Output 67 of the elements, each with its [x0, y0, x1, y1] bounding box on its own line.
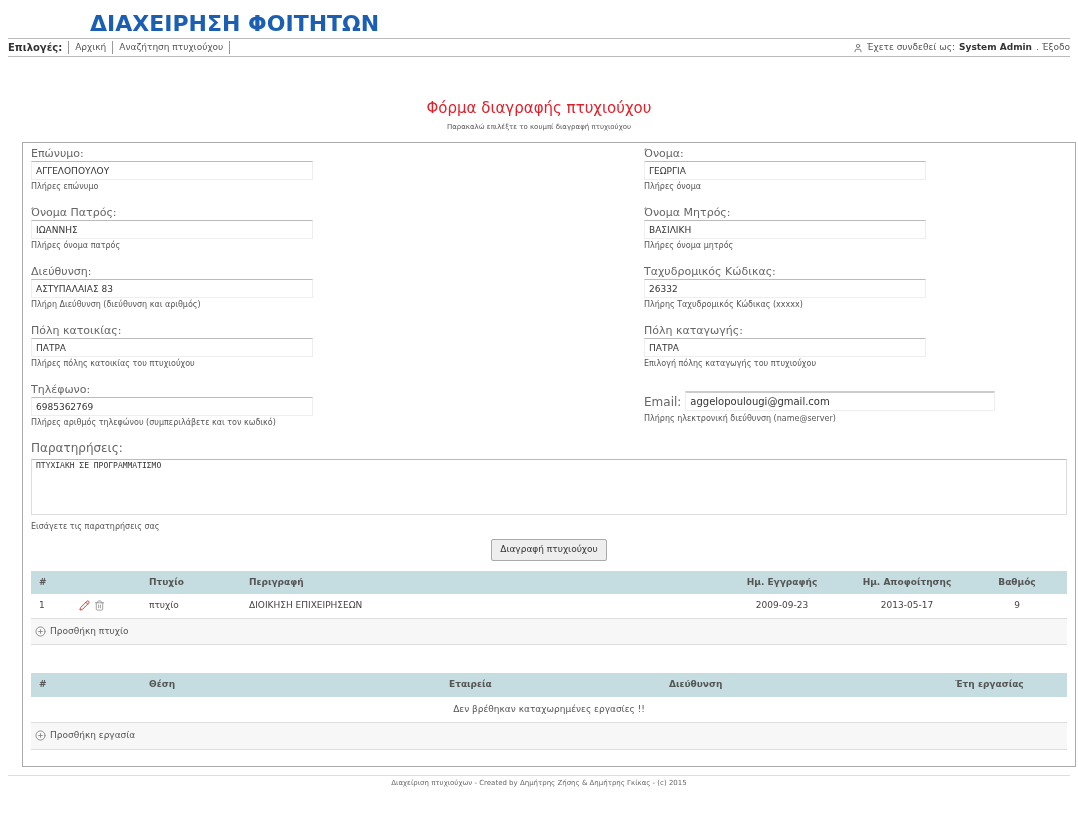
field-label: Email:: [644, 394, 682, 411]
field-label: Διεύθυνση:: [31, 265, 93, 278]
column-header: Περιγραφή: [249, 575, 304, 589]
field-hint: Εισάγετε τις παρατηρήσεις σας: [31, 521, 161, 533]
delete-button[interactable]: Διαγραφή πτυχιούχου: [491, 539, 607, 561]
field-hint: Πλήρες πόλης κατοικίας του πτυχιούχου: [31, 358, 196, 370]
input-field[interactable]: 26332: [644, 279, 926, 298]
field-label: Ταχυδρομικός Κώδικας:: [644, 265, 777, 278]
input-field[interactable]: ΙΩΑΝΝΗΣ: [31, 220, 313, 239]
field-hint: Πλήρες επώνυμο: [31, 181, 100, 193]
table-cell-text: 1: [39, 599, 45, 612]
field-hint: Πλήρες όνομα: [644, 181, 703, 193]
table-cell-text: 2009-09-23: [755, 599, 809, 612]
field-label: Επώνυμο:: [31, 147, 85, 160]
input-field[interactable]: ΓΕΩΡΓΙΑ: [644, 161, 926, 180]
delete-icon[interactable]: [94, 600, 105, 612]
input-field[interactable]: ΑΓΓΕΛΟΠΟΥΛΟΥ: [31, 161, 313, 180]
nav-label: Επιλογές:: [8, 41, 63, 55]
field-hint: Πλήρες όνομα πατρός: [31, 240, 122, 252]
column-header: Εταιρεία: [449, 678, 492, 691]
field-hint: Επιλογή πόλης καταγωγής του πτυχιούχου: [644, 358, 817, 370]
table-cell-text: ΔΙΟΙΚΗΣΗ ΕΠΙΧΕΙΡΗΣΕΩΝ: [249, 599, 363, 612]
plus-icon: [35, 730, 46, 742]
column-header: Ημ. Αποφοίτησης: [862, 575, 952, 589]
app-title: ΔΙΑΧΕΙΡΗΣΗ ΦΟΙΤΗΤΩΝ: [90, 11, 380, 36]
input-field[interactable]: ΑΣΤΥΠΑΛΑΙΑΣ 83: [31, 279, 313, 298]
empty-message: Δεν βρέθηκαν καταχωρημένες εργασίες !!: [453, 702, 645, 716]
field-label: Παρατηρήσεις:: [31, 440, 124, 457]
column-header: Θέση: [149, 678, 176, 691]
column-header: #: [39, 575, 47, 589]
table-cell-text: 9: [1014, 599, 1020, 612]
user-icon: [852, 42, 863, 53]
logout-link[interactable]: . Έξοδο: [1036, 40, 1070, 55]
column-header: Έτη εργασίας: [955, 678, 1024, 691]
input-field[interactable]: 6985362769: [31, 397, 313, 416]
column-header: Πτυχίο: [149, 575, 184, 589]
field-label: Πόλη κατοικίας:: [31, 324, 123, 337]
field-label: Όνομα:: [644, 147, 685, 160]
field-label: Όνομα Πατρός:: [31, 206, 118, 219]
form-title: Φόρμα διαγραφής πτυχιούχου: [426, 98, 652, 119]
plus-icon: [35, 625, 46, 637]
add-link[interactable]: Προσθήκη πτυχίο: [31, 618, 1067, 645]
table-cell-text: πτυχίο: [149, 599, 179, 612]
field-hint: Πλήρες όνομα μητρός: [644, 240, 735, 252]
field-label: Όνομα Μητρός:: [644, 206, 732, 219]
add-link[interactable]: Προσθήκη εργασία: [31, 723, 1067, 750]
remarks-field[interactable]: ΠΤΥΧΙΑΚΗ ΣΕ ΠΡΟΓΡΑΜΜΑΤΙΣΜΟ: [31, 459, 1067, 515]
user-name: System Admin: [959, 40, 1032, 54]
field-label: Τηλέφωνο:: [31, 383, 92, 396]
table-cell-text: 2013-05-17: [880, 599, 934, 612]
field-hint: Πλήρης ηλεκτρονική διεύθυνση (name@server): [644, 413, 837, 425]
input-field[interactable]: ΠΑΤΡΑ: [644, 338, 926, 357]
field-hint: Πλήρη Διεύθυνση (διεύθυνση και αριθμός): [31, 299, 202, 311]
field-hint: Πλήρης Ταχυδρομικός Κώδικας (xxxxx): [644, 299, 804, 311]
input-field[interactable]: aggelopoulougi@gmail.com: [685, 391, 996, 411]
login-text: Έχετε συνδεθεί ως:: [866, 40, 956, 54]
column-header: #: [39, 678, 47, 691]
field-hint: Πλήρες αριθμός τηλεφώνου (συμπεριλάβετε και τον κωδικό): [31, 417, 277, 429]
nav-link[interactable]: Αρχική: [68, 40, 107, 55]
edit-icon[interactable]: [79, 600, 90, 612]
column-header: Βαθμός: [998, 575, 1036, 589]
nav-link[interactable]: Αναζήτηση πτυχιούχου: [112, 40, 231, 55]
column-header: Ημ. Εγγραφής: [746, 575, 818, 589]
input-field[interactable]: ΠΑΤΡΑ: [31, 338, 313, 357]
field-label: Πόλη καταγωγής:: [644, 324, 744, 337]
column-header: Διεύθυνση: [669, 678, 723, 691]
input-field[interactable]: ΒΑΣΙΛΙΚΗ: [644, 220, 926, 239]
